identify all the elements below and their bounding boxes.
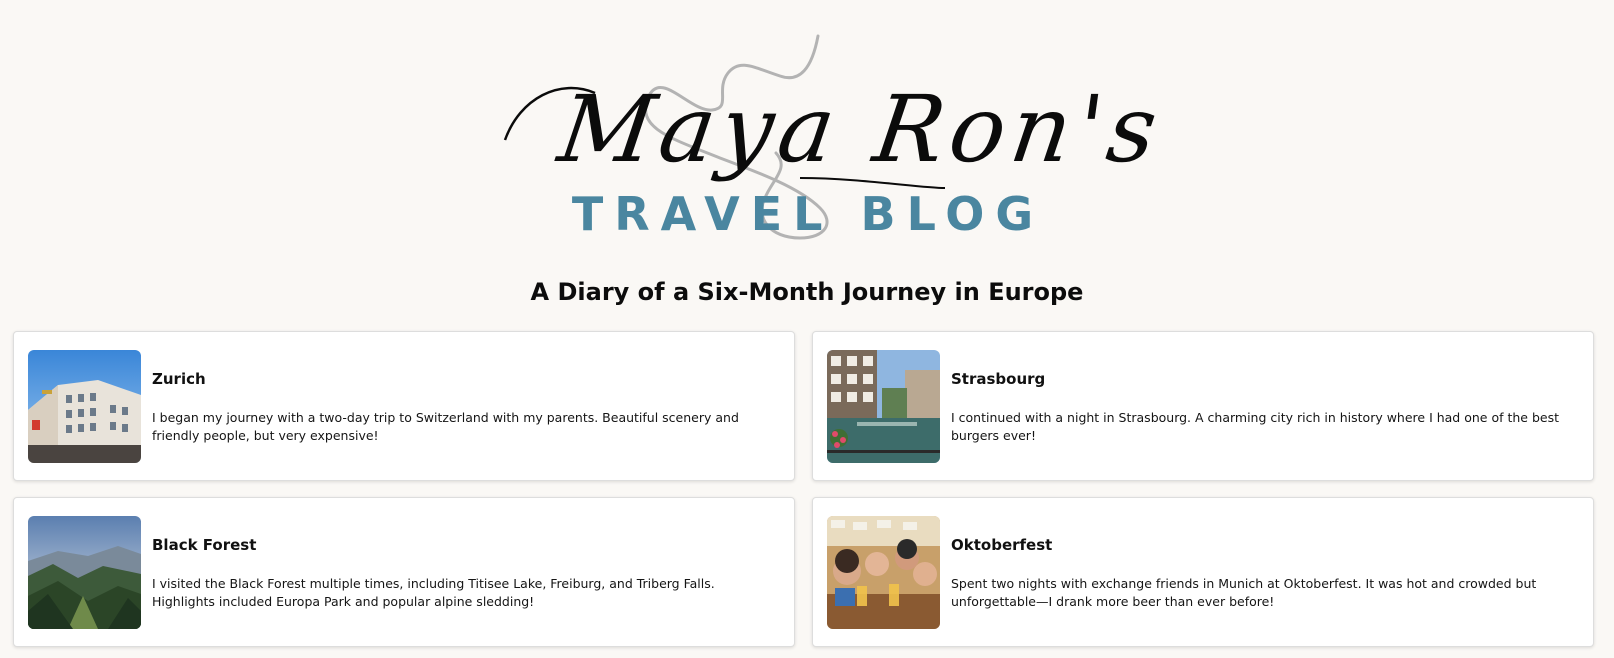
zurich-photo	[28, 350, 141, 463]
card-text: I began my journey with a two-day trip t…	[152, 410, 739, 443]
black-forest-photo	[28, 516, 141, 629]
post-card-zurich[interactable]: Zurich I began my journey with a two-day…	[13, 331, 795, 481]
card-text: I visited the Black Forest multiple time…	[152, 576, 715, 609]
card-text: I continued with a night in Strasbourg. …	[951, 410, 1560, 443]
post-card-oktoberfest[interactable]: Oktoberfest Spent two nights with exchan…	[812, 497, 1594, 647]
card-title: Strasbourg	[951, 370, 1046, 388]
oktoberfest-photo	[827, 516, 940, 629]
post-card-grid: Zurich I began my journey with a two-day…	[13, 331, 1596, 647]
card-title: Black Forest	[152, 536, 257, 554]
post-card-strasbourg[interactable]: Strasbourg I continued with a night in S…	[812, 331, 1594, 481]
card-title: Oktoberfest	[951, 536, 1053, 554]
strasbourg-photo	[827, 350, 940, 463]
page: Maya Ron's TRAVEL BLOG A Diary of a Six-…	[0, 0, 1614, 658]
blog-logo[interactable]: Maya Ron's TRAVEL BLOG	[500, 28, 1170, 258]
page-subtitle: A Diary of a Six-Month Journey in Europe	[530, 278, 1084, 306]
logo-script-text: Maya Ron's	[552, 76, 1170, 183]
post-card-black-forest[interactable]: Black Forest I visited the Black Forest …	[13, 497, 795, 647]
card-text: Spent two nights with exchange friends i…	[951, 576, 1537, 609]
logo-sub-text: TRAVEL BLOG	[571, 187, 1045, 241]
card-title: Zurich	[152, 370, 206, 388]
